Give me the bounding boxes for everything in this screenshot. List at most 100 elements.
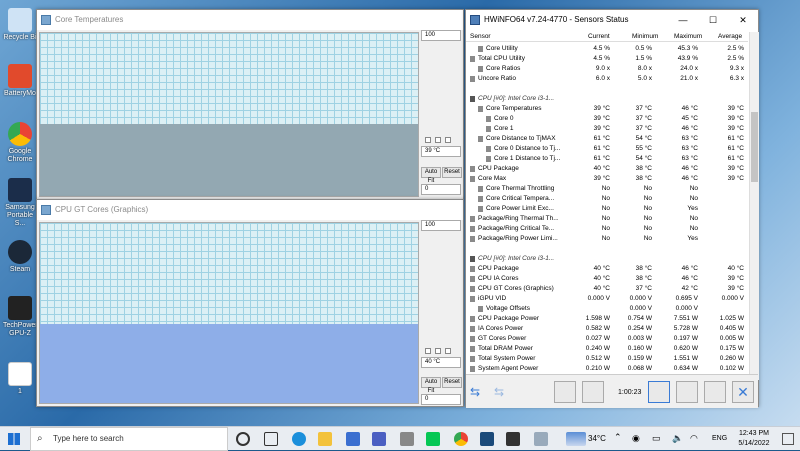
sensor-row[interactable]: Package/Ring Critical Te... No No No xyxy=(466,224,748,234)
sensor-row[interactable]: IA Cores Power 0.582 W 0.254 W 5.728 W 0.405… xyxy=(466,324,748,334)
core-temp-option-checkbox[interactable] xyxy=(425,137,431,143)
core-temp-option-checkbox[interactable] xyxy=(445,137,451,143)
sensor-row[interactable]: Core 1 39 °C 37 °C 46 °C 39 °C xyxy=(466,124,748,134)
line-icon[interactable] xyxy=(426,432,440,446)
report-icon[interactable] xyxy=(676,381,698,403)
photos-icon[interactable] xyxy=(480,432,494,446)
sensor-row[interactable]: Core Power Limit Exc... No No Yes xyxy=(466,204,748,214)
sensor-row[interactable]: Core Thermal Throttling No No No xyxy=(466,184,748,194)
nav-swap-icon[interactable]: ⇆ xyxy=(494,381,514,403)
search-box[interactable]: ⌕ Type here to search xyxy=(30,427,228,451)
sensor-row[interactable]: Core 0 39 °C 37 °C 45 °C 39 °C xyxy=(466,114,748,124)
sensor-section-header[interactable]: CPU [#0]: Intel Core i3-1... xyxy=(466,254,748,264)
sensor-row[interactable]: CPU GT Cores (Graphics) 40 °C 37 °C 42 °C 39… xyxy=(466,284,748,294)
gpu-option-checkbox[interactable] xyxy=(445,348,451,354)
hwinfo-window[interactable]: HWiNFO64 v7.24-4770 - Sensors Status — ☐… xyxy=(465,9,759,408)
clock-icon[interactable] xyxy=(648,381,670,403)
core-temperatures-window[interactable]: Core Temperatures 100 39 °C Auto Fit Res… xyxy=(36,9,464,200)
gpu-z-taskbar-icon[interactable] xyxy=(506,432,520,446)
network-icon[interactable] xyxy=(554,381,576,403)
header-average[interactable]: Average xyxy=(718,33,742,40)
header-sensor[interactable]: Sensor xyxy=(470,33,491,40)
calculator-icon[interactable] xyxy=(400,432,414,446)
settings-icon[interactable] xyxy=(582,381,604,403)
weather-icon[interactable] xyxy=(566,432,586,446)
volume-icon[interactable]: 🔈 xyxy=(672,433,683,444)
sensor-row[interactable]: CPU Package 40 °C 38 °C 46 °C 39 °C xyxy=(466,164,748,174)
sensor-row[interactable]: Core Utility 4.5 % 0.5 % 45.3 % 2.5 % xyxy=(466,44,748,54)
chrome-taskbar-icon[interactable] xyxy=(454,432,468,446)
steam-icon[interactable]: Steam xyxy=(3,240,37,274)
weather-temp[interactable]: 34°C xyxy=(588,434,606,443)
sensor-scrollbar[interactable] xyxy=(749,32,759,380)
clock-time[interactable]: 12:43 PM xyxy=(734,430,774,437)
gpu-option-checkbox[interactable] xyxy=(435,348,441,354)
sensor-row[interactable]: Total CPU Utility 4.5 % 1.5 % 43.9 % 2.5 % xyxy=(466,54,748,64)
header-minimum[interactable]: Minimum xyxy=(632,33,658,40)
header-maximum[interactable]: Maximum xyxy=(674,33,702,40)
sensor-row[interactable]: Core Max 39 °C 38 °C 46 °C 39 °C xyxy=(466,174,748,184)
sensor-row[interactable]: Total DRAM Power 0.240 W 0.160 W 0.620 W 0.1… xyxy=(466,344,748,354)
sensor-row[interactable]: Uncore Ratio 6.0 x 5.0 x 21.0 x 6.3 x xyxy=(466,74,748,84)
chevron-up-icon[interactable]: ⌃ xyxy=(614,432,622,443)
sensor-row[interactable]: Core Ratios 9.0 x 8.0 x 24.0 x 9.3 x xyxy=(466,64,748,74)
file-1-icon[interactable]: 1 xyxy=(3,362,37,396)
sensor-row[interactable]: Core 0 Distance to Tj... 61 °C 55 °C 63 °C 6… xyxy=(466,144,748,154)
recycle-bin-icon[interactable]: Recycle Bi xyxy=(3,8,37,42)
cortana-icon[interactable] xyxy=(236,432,250,446)
core-temp-autofit-button[interactable]: Auto Fit xyxy=(421,167,441,184)
sensor-row[interactable] xyxy=(466,84,748,94)
reset-icon[interactable] xyxy=(704,381,726,403)
sensor-row[interactable]: CPU Package 40 °C 38 °C 46 °C 40 °C xyxy=(466,264,748,274)
sensor-row[interactable]: Core Temperatures 39 °C 37 °C 46 °C 39 °C xyxy=(466,104,748,114)
core-temp-option-checkbox[interactable] xyxy=(435,137,441,143)
maximize-icon[interactable]: ☐ xyxy=(698,10,728,30)
gpu-reset-button[interactable]: Reset xyxy=(442,377,462,388)
cpu-gt-cores-window[interactable]: CPU GT Cores (Graphics) 100 40 °C Auto F… xyxy=(36,199,464,407)
scrollbar-thumb[interactable] xyxy=(751,112,758,182)
hwinfo-titlebar[interactable]: HWiNFO64 v7.24-4770 - Sensors Status — ☐… xyxy=(466,10,758,30)
sensor-row[interactable]: iGPU VID 0.000 V 0.000 V 0.695 V 0.000 V xyxy=(466,294,748,304)
edge-icon[interactable] xyxy=(292,432,306,446)
core-temp-reset-button[interactable]: Reset xyxy=(442,167,462,178)
sensor-row[interactable]: Total System Power 0.512 W 0.159 W 1.551 W 0… xyxy=(466,354,748,364)
wifi-icon[interactable]: ◠ xyxy=(690,433,698,444)
sensor-row[interactable]: Core Critical Tempera... No No No xyxy=(466,194,748,204)
minimize-icon[interactable]: — xyxy=(668,10,698,30)
sensor-row[interactable]: GT Cores Power 0.027 W 0.003 W 0.197 W 0.005… xyxy=(466,334,748,344)
close-sensors-icon[interactable]: ✕ xyxy=(732,381,754,403)
gpu-z-icon[interactable]: TechPower GPU-Z xyxy=(3,296,38,338)
chrome-icon[interactable]: Google Chrome xyxy=(3,122,37,164)
sensor-row[interactable]: Core Distance to TjMAX 61 °C 54 °C 63 °C 61 … xyxy=(466,134,748,144)
sensor-row[interactable]: Voltage Offsets 0.000 V 0.000 V xyxy=(466,304,748,314)
sensor-row[interactable]: System Agent Power 0.210 W 0.068 W 0.634 W 0… xyxy=(466,364,748,374)
store-icon[interactable] xyxy=(346,432,360,446)
network-icon[interactable]: ◉ xyxy=(632,433,640,444)
samsung-portable-ssd-icon[interactable]: Samsung Portable S... xyxy=(3,178,37,228)
battery-icon[interactable]: ▭ xyxy=(652,433,661,444)
close-icon[interactable]: ✕ xyxy=(728,10,758,30)
sensor-row[interactable]: Core 1 Distance to Tj... 61 °C 54 °C 63 °C 6… xyxy=(466,154,748,164)
task-view-icon[interactable] xyxy=(264,432,278,446)
hwinfo-taskbar-icon[interactable] xyxy=(534,432,548,446)
battery-monitor-icon[interactable]: BatteryMo xyxy=(3,64,37,98)
sensor-row[interactable]: Package/Ring Thermal Th... No No No xyxy=(466,214,748,224)
sensor-row[interactable]: CPU Package Power 1.598 W 0.754 W 7.551 W 1.… xyxy=(466,314,748,324)
sensor-row[interactable] xyxy=(466,244,748,254)
gpu-option-checkbox[interactable] xyxy=(425,348,431,354)
sensor-section-header[interactable]: CPU [#0]: Intel Core i3-1... xyxy=(466,94,748,104)
gpu-titlebar[interactable]: CPU GT Cores (Graphics) xyxy=(37,200,463,220)
core-temp-titlebar[interactable]: Core Temperatures xyxy=(37,10,463,30)
file-explorer-icon[interactable] xyxy=(318,432,332,446)
sensor-row[interactable]: Package/Ring Power Limi... No No Yes xyxy=(466,234,748,244)
windows-start-icon[interactable] xyxy=(8,433,20,445)
header-current[interactable]: Current xyxy=(588,33,610,40)
gpu-autofit-button[interactable]: Auto Fit xyxy=(421,377,441,394)
language-indicator[interactable]: ENG xyxy=(712,435,727,442)
clock-date[interactable]: 5/14/2022 xyxy=(734,440,774,447)
nav-back-forward-icon[interactable]: ⇆ xyxy=(470,381,490,403)
hwinfo-toolbar: ⇆ ⇆ 1:00:23 ✕ xyxy=(466,374,758,408)
notification-icon[interactable] xyxy=(782,433,794,445)
sensor-row[interactable]: CPU IA Cores 40 °C 38 °C 46 °C 39 °C xyxy=(466,274,748,284)
visual-studio-icon[interactable] xyxy=(372,432,386,446)
